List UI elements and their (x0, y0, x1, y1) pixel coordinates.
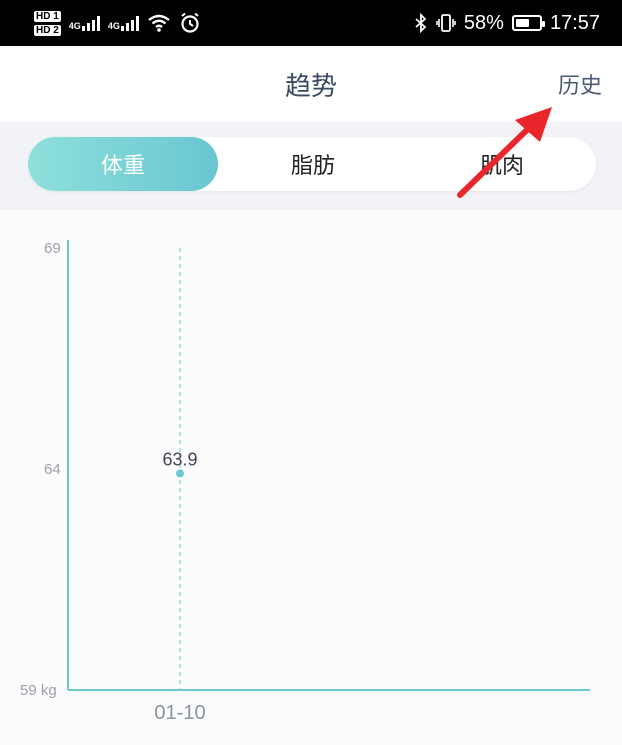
data-point (176, 469, 184, 478)
sim-indicators: HD 1 HD 2 (34, 10, 61, 36)
metric-tabs: 体重 脂肪 肌肉 (28, 137, 596, 191)
battery-percent: 58% (463, 11, 504, 34)
clock: 17:57 (549, 11, 600, 34)
tab-fat[interactable]: 脂肪 (218, 137, 408, 191)
sim1-badge: HD 1 (34, 10, 61, 22)
bluetooth-icon (415, 13, 427, 33)
network-2-label: 4G (107, 21, 120, 31)
data-label: 63.9 (162, 449, 197, 469)
trend-chart-svg: 69 64 59 kg 63.9 01-10 (20, 240, 590, 724)
alarm-icon (181, 12, 199, 33)
signal-1: 4G (69, 15, 100, 31)
status-right: 58% 17:57 (414, 12, 600, 35)
history-button[interactable]: 历史 (558, 68, 602, 100)
signal-2: 4G (108, 15, 139, 31)
battery-icon (511, 15, 545, 31)
signal-bars-icon (120, 15, 139, 31)
page-title: 趋势 (284, 72, 337, 102)
x-tick-label: 01-10 (154, 702, 205, 724)
status-left: HD 1 HD 2 4G 4G (34, 10, 201, 36)
trend-chart[interactable]: 69 64 59 kg 63.9 01-10 (0, 210, 622, 745)
status-bar: HD 1 HD 2 4G 4G 58% 17:57 (0, 0, 622, 46)
vibrate-icon (436, 14, 456, 32)
signal-bars-icon (81, 15, 100, 31)
wifi-icon (148, 14, 170, 32)
sim2-badge: HD 2 (34, 24, 61, 36)
y-tick-label: 69 (44, 240, 61, 257)
metric-tabs-bar: 体重 脂肪 肌肉 (0, 122, 622, 210)
y-tick-label: 59 kg (20, 682, 57, 699)
app-header: 趋势 历史 (0, 46, 622, 122)
network-1-label: 4G (68, 21, 81, 31)
tab-weight[interactable]: 体重 (28, 137, 218, 191)
y-tick-label: 64 (44, 461, 61, 478)
tab-muscle[interactable]: 肌肉 (408, 137, 596, 191)
